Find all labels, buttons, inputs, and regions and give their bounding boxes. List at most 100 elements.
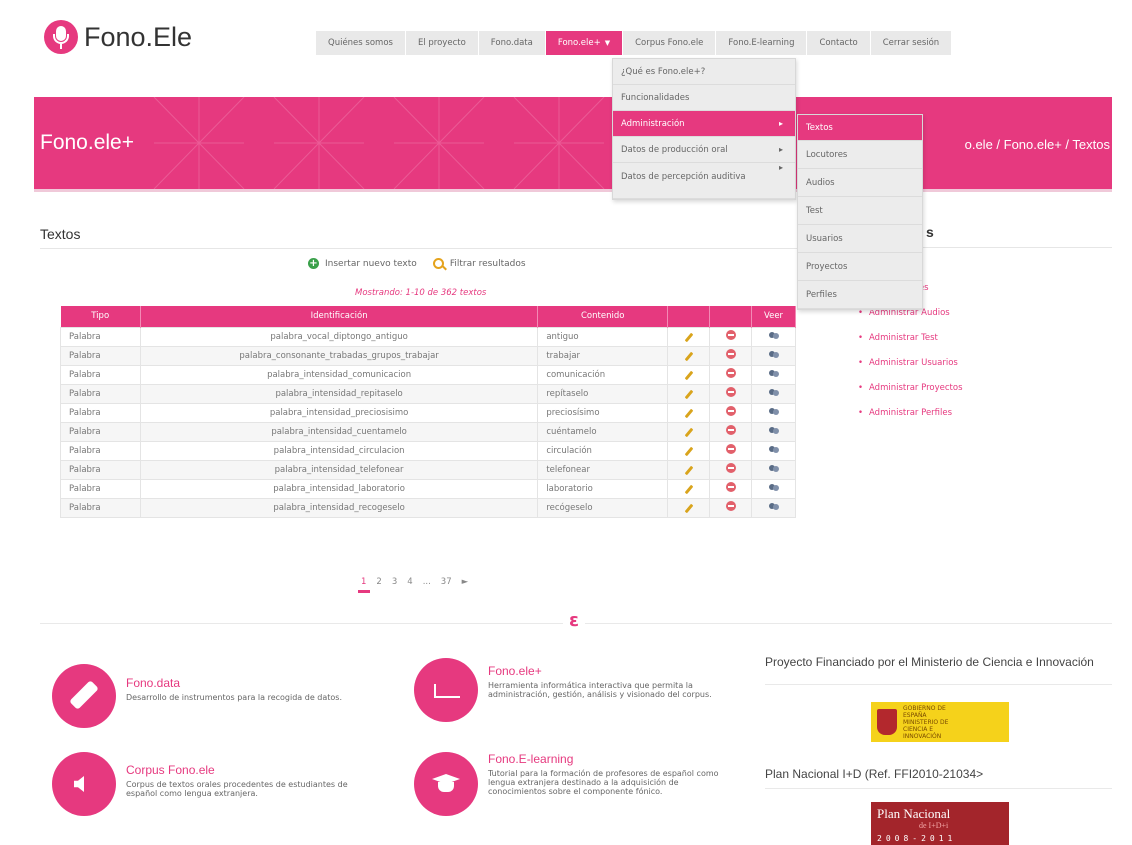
delete-icon[interactable] — [725, 444, 736, 454]
column-header-identificacion[interactable]: Identificación — [140, 306, 539, 327]
delete-icon[interactable] — [725, 482, 736, 492]
submenu-item-textos[interactable]: Textos — [798, 115, 922, 141]
sidebar-link[interactable]: Administrar Proyectos — [858, 383, 963, 408]
feature-title[interactable]: Fono.ele+ — [488, 664, 738, 678]
graduation-cap-icon — [414, 752, 478, 816]
cell-identificacion: palabra_intensidad_circulacion — [139, 440, 539, 461]
nav-item-cerrar-sesion[interactable]: Cerrar sesión — [870, 31, 952, 55]
page-link[interactable]: 37 — [441, 577, 452, 587]
delete-icon[interactable] — [725, 330, 736, 340]
submenu-item-usuarios[interactable]: Usuarios — [798, 225, 922, 253]
feature-title[interactable]: Fono.data — [126, 676, 376, 690]
sidebar-link[interactable]: Administrar Test — [858, 333, 963, 358]
nav-item-el-proyecto[interactable]: El proyecto — [405, 31, 478, 55]
dropdown-item-funcionalidades[interactable]: Funcionalidades — [613, 85, 795, 111]
filter-results-link[interactable]: Filtrar resultados — [450, 259, 526, 269]
view-icon[interactable] — [768, 426, 779, 434]
sidebar-link[interactable]: Administrar Usuarios — [858, 358, 963, 383]
dropdown-item-label: Datos de producción oral — [621, 145, 728, 155]
feature-title[interactable]: Corpus Fono.ele — [126, 763, 376, 777]
delete-icon[interactable] — [725, 501, 736, 511]
nav-item-label: Quiénes somos — [328, 38, 393, 48]
pencil-icon[interactable] — [684, 446, 693, 456]
column-header-tipo[interactable]: Tipo — [60, 306, 141, 327]
page-link[interactable]: 4 — [407, 577, 412, 587]
delete-icon[interactable] — [725, 387, 736, 397]
pencil-icon[interactable] — [684, 370, 693, 380]
administracion-submenu: Textos Locutores Audios Test Usuarios Proyect… — [797, 114, 923, 310]
column-header-contenido[interactable]: Contenido — [537, 306, 669, 327]
dropdown-item-administracion[interactable]: Administración ▸ — [613, 111, 795, 137]
view-icon[interactable] — [768, 483, 779, 491]
submenu-item-proyectos[interactable]: Proyectos — [798, 253, 922, 281]
nav-item-corpus-fono-ele[interactable]: Corpus Fono.ele — [623, 31, 716, 55]
nav-item-label: Fono.ele+ — [557, 38, 601, 48]
sidebar-link[interactable]: Administrar Audios — [858, 308, 963, 333]
plan-nacional-logo[interactable]: Plan Nacional de I+D+i 2008-2011 — [871, 802, 1009, 845]
cell-delete — [709, 421, 752, 442]
feature-e-learning[interactable]: Fono.E-learning Tutorial para la formaci… — [414, 752, 738, 816]
pencil-icon[interactable] — [684, 351, 693, 361]
submenu-item-perfiles[interactable]: Perfiles — [798, 281, 922, 309]
cell-identificacion: palabra_intensidad_recogeselo — [139, 497, 539, 518]
pencil-icon[interactable] — [684, 465, 693, 475]
cell-view — [751, 364, 796, 385]
dropdown-item-datos-de-produccion-oral[interactable]: Datos de producción oral ▸ — [613, 137, 795, 163]
feature-corpus[interactable]: Corpus Fono.ele Corpus de textos orales … — [52, 752, 376, 816]
nav-item-fono-ele[interactable]: Fono.ele+ ▼ — [545, 31, 623, 55]
pencil-icon[interactable] — [684, 503, 693, 513]
sidebar-link[interactable]: Administrar Perfiles — [858, 408, 963, 433]
title-divider — [40, 248, 800, 249]
view-icon[interactable] — [768, 502, 779, 510]
pencil-icon[interactable] — [684, 332, 693, 342]
feature-fono-ele-plus[interactable]: Fono.ele+ Herramienta informática intera… — [414, 658, 738, 722]
table-row: Palabra palabra_intensidad_circulacion cir… — [60, 440, 796, 461]
view-icon[interactable] — [768, 445, 779, 453]
feature-fono-data[interactable]: Fono.data Desarrollo de instrumentos par… — [52, 664, 376, 728]
cell-contenido: telefonear — [537, 459, 669, 480]
site-logo[interactable]: Fono.Ele — [44, 20, 192, 54]
pencil-icon[interactable] — [684, 389, 693, 399]
submenu-item-audios[interactable]: Audios — [798, 169, 922, 197]
delete-icon[interactable] — [725, 463, 736, 473]
view-icon[interactable] — [768, 369, 779, 377]
nav-item-contacto[interactable]: Contacto — [807, 31, 870, 55]
pencil-icon[interactable] — [684, 408, 693, 418]
dropdown-item-label: Datos de percepción auditiva — [621, 172, 746, 182]
delete-icon[interactable] — [725, 425, 736, 435]
insert-text-link[interactable]: Insertar nuevo texto — [325, 259, 417, 269]
add-icon[interactable]: + — [308, 258, 319, 269]
delete-icon[interactable] — [725, 368, 736, 378]
nav-item-fono-e-learning[interactable]: Fono.E-learning — [716, 31, 807, 55]
next-page-icon[interactable]: ► — [462, 577, 469, 587]
chevron-right-icon: ▸ — [778, 119, 783, 128]
pencil-icon[interactable] — [684, 484, 693, 494]
view-icon[interactable] — [768, 464, 779, 472]
view-icon[interactable] — [768, 388, 779, 396]
view-icon[interactable] — [768, 331, 779, 339]
view-icon[interactable] — [768, 350, 779, 358]
cell-tipo: Palabra — [60, 402, 141, 423]
cell-contenido: recógeselo — [537, 497, 669, 518]
delete-icon[interactable] — [725, 349, 736, 359]
pencil-icon[interactable] — [684, 427, 693, 437]
table-row: Palabra palabra_intensidad_preciosisimo pr… — [60, 402, 796, 423]
cell-contenido: circulación — [537, 440, 669, 461]
nav-item-label: El proyecto — [417, 38, 466, 48]
dropdown-item-datos-de-percepcion-auditiva[interactable]: Datos de percepción auditiva ▸ — [613, 163, 795, 199]
page-link[interactable]: 1 — [357, 577, 371, 593]
page-link[interactable]: 2 — [376, 577, 381, 587]
submenu-item-test[interactable]: Test — [798, 197, 922, 225]
nav-item-quienes-somos[interactable]: Quiénes somos — [316, 31, 405, 55]
nav-item-fono-data[interactable]: Fono.data — [478, 31, 545, 55]
page-link[interactable]: 3 — [392, 577, 397, 587]
feature-title[interactable]: Fono.E-learning — [488, 752, 738, 766]
plan-divider — [765, 788, 1112, 789]
ministry-logo[interactable]: GOBIERNO DE ESPAÑA MINISTERIO DE CIENCIA… — [871, 702, 1009, 742]
search-icon[interactable] — [432, 258, 444, 269]
delete-icon[interactable] — [725, 406, 736, 416]
submenu-item-locutores[interactable]: Locutores — [798, 141, 922, 169]
view-icon[interactable] — [768, 407, 779, 415]
breadcrumb[interactable]: o.ele / Fono.ele+ / Textos — [965, 137, 1110, 152]
dropdown-item-que-es-fono-ele[interactable]: ¿Qué es Fono.ele+? — [613, 59, 795, 85]
